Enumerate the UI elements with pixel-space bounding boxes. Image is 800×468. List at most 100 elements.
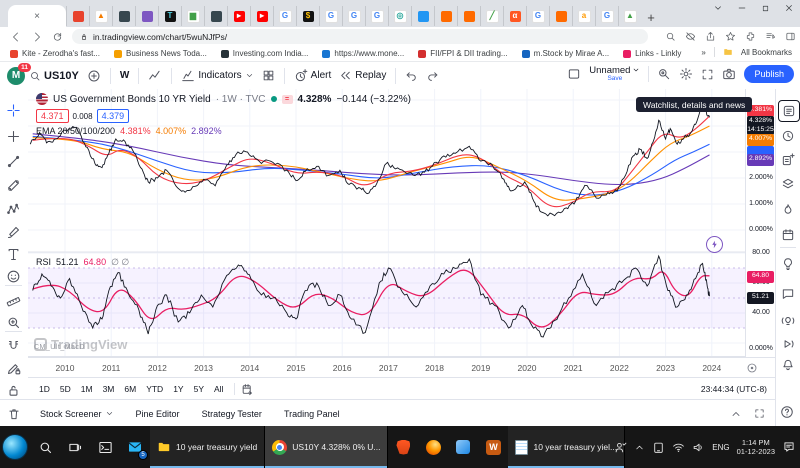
tab-google-3[interactable]: G — [342, 6, 365, 26]
tab-search-icon[interactable] — [713, 3, 723, 13]
year-label-2024[interactable]: 2024 — [697, 363, 727, 373]
year-label-2020[interactable]: 2020 — [512, 363, 542, 373]
wifi-icon[interactable] — [672, 441, 685, 454]
tab-google-5[interactable]: G — [526, 6, 549, 26]
people-icon[interactable] — [614, 441, 627, 454]
bookmark-item-2[interactable]: Investing.com India... — [221, 49, 309, 58]
indicator-templates-icon[interactable] — [258, 69, 279, 82]
tab-app-blue[interactable] — [411, 6, 434, 26]
hotlists-icon[interactable] — [778, 200, 798, 220]
rsi-legend[interactable]: RSI 51.21 64.80 ∅ ∅ — [36, 257, 129, 268]
bookmark-item-0[interactable]: Kite - Zerodha's fast... — [10, 49, 100, 58]
panel-tab-strategy-tester[interactable]: Strategy Tester — [202, 409, 262, 419]
year-label-2017[interactable]: 2017 — [373, 363, 403, 373]
tab-youtube-1[interactable]: ▸ — [227, 6, 250, 26]
bookmark-item-5[interactable]: m.Stock by Mirae A... — [522, 49, 610, 58]
ema-legend[interactable]: EMA 20/50/100/200 4.381%4.007%2.892% — [36, 126, 222, 136]
symbol-legend[interactable]: US Government Bonds 10 YR Yield · 1W · T… — [36, 93, 411, 105]
pattern-tool-icon[interactable] — [3, 199, 24, 220]
interval-button[interactable]: W — [116, 70, 133, 81]
tab-investing-bars[interactable]: ▆ — [181, 6, 204, 26]
tab-google-2[interactable]: G — [319, 6, 342, 26]
chat-icon[interactable] — [778, 284, 798, 304]
help-icon[interactable] — [780, 405, 794, 419]
tab-app-purple[interactable] — [135, 6, 158, 26]
range-1d[interactable]: 1D — [34, 384, 55, 394]
range-3m[interactable]: 3M — [98, 384, 120, 394]
bookmark-item-3[interactable]: https://www.mone... — [322, 49, 404, 58]
object-tree-icon[interactable] — [778, 174, 798, 194]
tab-google-4[interactable]: G — [365, 6, 388, 26]
notepad-task-button[interactable]: 10 year treasury yiel... — [508, 426, 625, 468]
tab-money-dark[interactable]: $ — [296, 6, 319, 26]
symbol-search[interactable]: US10Y — [25, 70, 83, 82]
range-all[interactable]: All — [209, 384, 228, 394]
layout-select-icon[interactable] — [567, 67, 581, 81]
magnet-tool-icon[interactable] — [3, 336, 24, 357]
go-to-date-icon[interactable] — [241, 383, 254, 396]
taskbar-clock[interactable]: 1:14 PM 01-12-2023 — [737, 438, 775, 457]
price-scale[interactable]: 2.000%1.000%0.000%80.0060.0040.000.000%4… — [745, 89, 776, 357]
tab-app-dark-2[interactable] — [204, 6, 227, 26]
live-ideas-icon[interactable] — [778, 311, 798, 331]
clock-timezone[interactable]: 23:44:34 (UTC-8) — [701, 384, 767, 394]
year-label-2021[interactable]: 2021 — [558, 363, 588, 373]
zoom-icon[interactable] — [665, 31, 676, 42]
scale-settings-icon[interactable] — [746, 362, 758, 374]
year-label-2013[interactable]: 2013 — [189, 363, 219, 373]
range-5y[interactable]: 5Y — [189, 384, 209, 394]
tab-google-1[interactable]: G — [273, 6, 296, 26]
task-view-button[interactable] — [60, 426, 90, 468]
panel-tab-trading-panel[interactable]: Trading Panel — [284, 409, 340, 419]
quick-search-icon[interactable] — [657, 67, 671, 81]
range-1m[interactable]: 1M — [76, 384, 98, 394]
firefox-button[interactable] — [418, 426, 448, 468]
active-tab[interactable]: × — [8, 5, 66, 27]
bookmarks-overflow[interactable]: » — [701, 48, 705, 57]
indicators-button[interactable]: Indicators — [177, 69, 257, 83]
ruler-tool-icon[interactable] — [3, 290, 24, 311]
tab-amazon[interactable]: a — [572, 6, 595, 26]
zoomin-tool-icon[interactable] — [3, 312, 24, 333]
smiley-tool-icon[interactable] — [3, 266, 24, 287]
panel-tab-pine-editor[interactable]: Pine Editor — [136, 409, 180, 419]
action-center-icon[interactable] — [782, 440, 796, 454]
trash-icon[interactable] — [7, 407, 21, 421]
alert-button[interactable]: Alert — [290, 69, 336, 83]
fork-tool-icon[interactable] — [3, 175, 24, 196]
extensions-icon[interactable] — [745, 31, 756, 42]
mail-button[interactable]: 5 — [120, 426, 150, 468]
trendl-tool-icon[interactable] — [3, 151, 24, 172]
taskbar-search[interactable] — [30, 426, 60, 468]
crossh-tool-icon[interactable] — [3, 100, 24, 121]
user-avatar[interactable]: M 11 — [7, 67, 25, 85]
year-label-2014[interactable]: 2014 — [235, 363, 265, 373]
tab-moneycontrol-1[interactable] — [434, 6, 457, 26]
brave-button[interactable] — [388, 426, 418, 468]
settings-gear-icon[interactable] — [679, 67, 693, 81]
ask-value[interactable]: 4.379 — [97, 109, 130, 123]
language-indicator[interactable]: ENG — [712, 443, 729, 452]
brush-tool-icon[interactable] — [3, 222, 24, 243]
tab-moneycontrol-2[interactable] — [457, 6, 480, 26]
reload-icon[interactable] — [52, 31, 63, 42]
tab-kite[interactable] — [66, 6, 89, 26]
device-icon[interactable] — [652, 441, 665, 454]
time-axis[interactable]: 2010201120122013201420152016201720182019… — [28, 357, 775, 378]
year-label-2022[interactable]: 2022 — [604, 363, 634, 373]
layout-name[interactable]: Unnamed Save — [589, 66, 640, 83]
speaker-icon[interactable] — [692, 441, 705, 454]
tab-screener-teal[interactable]: ◎ — [388, 6, 411, 26]
year-label-2019[interactable]: 2019 — [466, 363, 496, 373]
chart-style-icon[interactable] — [144, 69, 166, 83]
replay-button[interactable]: Replay — [335, 69, 390, 82]
tab-google-6[interactable]: G — [595, 6, 618, 26]
pencillock-tool-icon[interactable] — [3, 358, 24, 379]
maximize-icon[interactable] — [761, 4, 770, 13]
boost-lightning-icon[interactable] — [706, 236, 723, 253]
tab-alpha-site[interactable]: α — [503, 6, 526, 26]
year-label-2018[interactable]: 2018 — [420, 363, 450, 373]
tab-moneycontrol-3[interactable] — [549, 6, 572, 26]
redo-icon[interactable] — [422, 69, 443, 82]
bookmark-item-4[interactable]: FII/FPI & DII trading... — [418, 49, 507, 58]
